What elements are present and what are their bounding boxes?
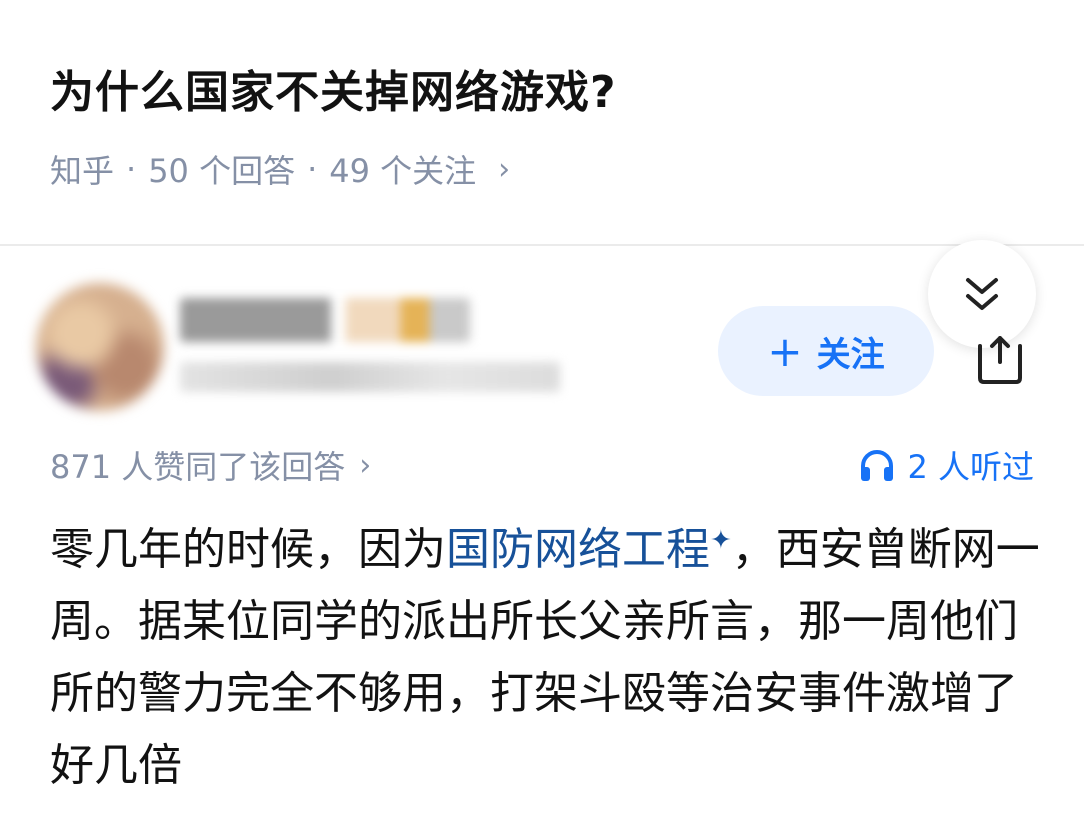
author-avatar[interactable]	[36, 283, 164, 411]
chevron-right-icon: ›	[359, 447, 372, 483]
likes-summary[interactable]: 871 人赞同了该回答 ›	[50, 442, 371, 488]
answer-content: 零几年的时候，因为国防网络工程✦，西安曾断网一周。据某位同学的派出所长父亲所言，…	[50, 514, 1040, 802]
follow-label: 关注	[816, 334, 885, 375]
separator-dot: ·	[126, 150, 137, 188]
collapse-button[interactable]	[928, 240, 1036, 348]
listened-summary[interactable]: 2 人听过	[859, 442, 1034, 488]
likes-text: 871 人赞同了该回答	[50, 448, 346, 486]
section-divider	[0, 244, 1084, 246]
question-title[interactable]: 为什么国家不关掉网络游戏?	[50, 56, 617, 120]
double-chevron-down-icon	[966, 278, 998, 310]
follow-button[interactable]: + 关注	[718, 306, 934, 396]
author-name-blurred[interactable]	[180, 298, 470, 342]
sparkle-icon: ✦	[710, 525, 732, 556]
separator-dot: ·	[307, 150, 318, 188]
listened-text: 2 人听过	[907, 448, 1034, 486]
plus-icon: +	[767, 326, 803, 376]
followers-count: 49 个关注	[329, 152, 477, 190]
author-headline-blurred	[180, 362, 560, 392]
question-meta[interactable]: 知乎 · 50 个回答 · 49 个关注 ›	[50, 146, 510, 192]
headphones-icon	[861, 450, 894, 481]
source-label: 知乎	[50, 152, 115, 190]
keyword-link[interactable]: 国防网络工程	[446, 524, 710, 575]
answers-count: 50 个回答	[148, 152, 296, 190]
share-icon[interactable]	[970, 336, 1030, 384]
answer-text-part-1: 零几年的时候，因为	[50, 524, 446, 575]
chevron-right-icon: ›	[498, 151, 511, 187]
